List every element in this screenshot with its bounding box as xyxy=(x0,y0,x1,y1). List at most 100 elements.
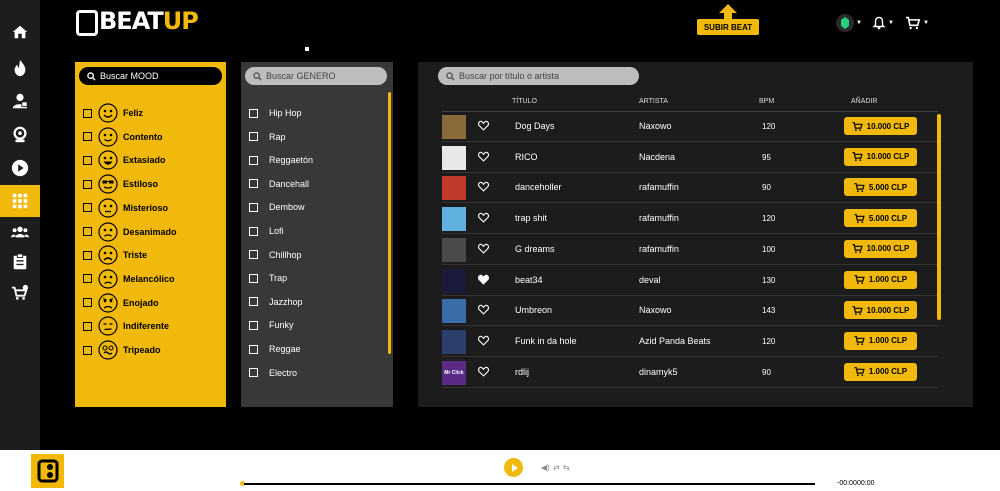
heart-icon[interactable] xyxy=(478,243,489,254)
sidebar-item-community[interactable] xyxy=(0,216,40,248)
sidebar-item-catalog[interactable] xyxy=(0,185,40,217)
track-row[interactable]: Mr Click rdlij dinamyk5 90 1.000 CLP xyxy=(442,358,938,388)
sidebar-item-trending[interactable] xyxy=(0,52,40,84)
genre-option[interactable]: Trap xyxy=(249,269,287,287)
heart-icon[interactable] xyxy=(478,120,489,131)
genre-option[interactable]: Lofi xyxy=(249,222,284,240)
shuffle-icon[interactable]: ⇆ xyxy=(563,463,570,472)
track-cover[interactable] xyxy=(442,115,466,139)
track-cover[interactable]: Mr Click xyxy=(442,360,466,385)
checkbox[interactable] xyxy=(83,132,92,142)
genre-option[interactable]: Funky xyxy=(249,316,294,334)
checkbox[interactable] xyxy=(249,297,258,307)
notifications-menu[interactable]: ▼ xyxy=(872,14,894,32)
genre-option[interactable]: Jazzhop xyxy=(249,293,303,311)
genre-option[interactable]: Electro xyxy=(249,364,297,382)
checkbox[interactable] xyxy=(249,344,258,354)
genre-option[interactable]: Reggaetón xyxy=(249,151,313,169)
mood-option[interactable]: Extasiado xyxy=(83,149,166,171)
checkbox[interactable] xyxy=(249,273,258,283)
add-to-cart-button[interactable]: 5.000 CLP xyxy=(844,178,917,197)
track-artist[interactable]: Naxowo xyxy=(639,121,672,131)
mood-option[interactable]: Indiferente xyxy=(83,315,169,337)
mood-search-input[interactable]: Buscar MOOD xyxy=(79,67,222,85)
track-row[interactable]: Dog Days Naxowo 120 10.000 CLP xyxy=(442,112,938,142)
mood-option[interactable]: Contento xyxy=(83,126,163,148)
checkbox[interactable] xyxy=(83,108,92,118)
volume-icon[interactable]: ◀) xyxy=(541,463,550,472)
add-to-cart-button[interactable]: 10.000 CLP xyxy=(844,117,917,135)
add-to-cart-button[interactable]: 10.000 CLP xyxy=(844,147,917,166)
mood-option[interactable]: Feliz xyxy=(83,102,143,124)
track-search-input[interactable]: Buscar por título o artista xyxy=(438,67,639,85)
track-row[interactable]: Umbreon Naxowo 143 10.000 CLP xyxy=(442,296,938,327)
track-artist[interactable]: Naxowo xyxy=(639,305,672,315)
repeat-icon[interactable]: ⇄ xyxy=(553,463,560,472)
track-cover[interactable] xyxy=(442,237,466,262)
checkbox[interactable] xyxy=(249,320,258,330)
checkbox[interactable] xyxy=(83,227,92,236)
track-title[interactable]: beat34 xyxy=(515,275,543,285)
track-artist[interactable]: Azid Panda Beats xyxy=(639,336,711,346)
checkbox[interactable] xyxy=(249,226,258,236)
track-cover[interactable] xyxy=(442,176,466,201)
cart-menu[interactable]: ▼ xyxy=(905,14,929,32)
track-row[interactable]: RICO Nacdena 95 10.000 CLP xyxy=(442,143,938,173)
mood-option[interactable]: Estiloso xyxy=(83,173,158,195)
track-title[interactable]: RICO xyxy=(515,152,538,162)
genre-option[interactable]: Dembow xyxy=(249,198,305,216)
track-cover[interactable] xyxy=(442,145,466,170)
brand-logo[interactable]: BEATUP xyxy=(76,6,199,36)
heart-icon[interactable] xyxy=(478,366,489,377)
track-cover[interactable] xyxy=(442,207,466,232)
checkbox[interactable] xyxy=(249,250,258,260)
heart-icon[interactable] xyxy=(478,212,489,223)
checkbox[interactable] xyxy=(83,203,92,213)
checkbox[interactable] xyxy=(249,202,258,212)
track-artist[interactable]: deval xyxy=(639,275,661,285)
genre-option[interactable]: Reggae xyxy=(249,340,301,358)
track-cover[interactable] xyxy=(442,329,466,354)
track-artist[interactable]: rafamuffin xyxy=(639,244,679,254)
track-row[interactable]: danceholler rafamuffin 90 5.000 CLP xyxy=(442,173,938,204)
progress-bar[interactable] xyxy=(244,483,815,485)
sidebar-item-producer[interactable] xyxy=(0,85,40,117)
track-title[interactable]: Funk in da hole xyxy=(515,336,577,346)
add-to-cart-button[interactable]: 10.000 CLP xyxy=(844,239,917,258)
checkbox[interactable] xyxy=(249,179,258,189)
add-to-cart-button[interactable]: 1.000 CLP xyxy=(844,362,917,381)
add-to-cart-button[interactable]: 1.000 CLP xyxy=(844,270,917,289)
checkbox[interactable] xyxy=(249,108,258,118)
checkbox[interactable] xyxy=(249,368,258,378)
upload-beat-button[interactable]: SUBIR BEAT xyxy=(697,4,759,35)
genre-option[interactable]: Hip Hop xyxy=(249,104,302,122)
heart-icon[interactable] xyxy=(478,181,489,193)
genre-scrollbar[interactable] xyxy=(388,92,391,354)
checkbox[interactable] xyxy=(83,274,92,284)
genre-option[interactable]: Chillhop xyxy=(249,246,302,264)
track-artist[interactable]: rafamuffin xyxy=(639,213,679,223)
track-row[interactable]: beat34 deval 130 1.000 CLP xyxy=(442,266,938,296)
track-row[interactable]: G dreams rafamuffin 100 10.000 CLP xyxy=(442,235,938,265)
genre-search-input[interactable]: Buscar GENERO xyxy=(245,67,387,85)
checkbox[interactable] xyxy=(249,132,258,142)
sidebar-item-player[interactable] xyxy=(0,152,40,184)
heart-icon[interactable] xyxy=(478,274,489,285)
sidebar-item-home[interactable] xyxy=(0,16,40,48)
mood-option[interactable]: Enojado xyxy=(83,292,159,314)
track-title[interactable]: danceholler xyxy=(515,182,562,192)
mood-option[interactable]: Desanimado xyxy=(83,221,177,243)
heart-icon[interactable] xyxy=(478,335,489,346)
wallet-menu[interactable]: ▼ xyxy=(836,14,862,32)
track-artist[interactable]: dinamyk5 xyxy=(639,367,678,377)
add-to-cart-button[interactable]: 10.000 CLP xyxy=(844,301,917,320)
track-row[interactable]: trap shit rafamuffin 120 5.000 CLP xyxy=(442,204,938,235)
mood-option[interactable]: Tripeado xyxy=(83,339,161,361)
add-to-cart-button[interactable]: 5.000 CLP xyxy=(844,209,917,228)
checkbox[interactable] xyxy=(83,345,92,355)
add-to-cart-button[interactable]: 1.000 CLP xyxy=(844,331,917,350)
sidebar-item-live[interactable] xyxy=(0,119,40,151)
mood-option[interactable]: Melancólico xyxy=(83,268,175,290)
track-title[interactable]: Dog Days xyxy=(515,121,555,131)
track-cover[interactable] xyxy=(442,268,466,293)
